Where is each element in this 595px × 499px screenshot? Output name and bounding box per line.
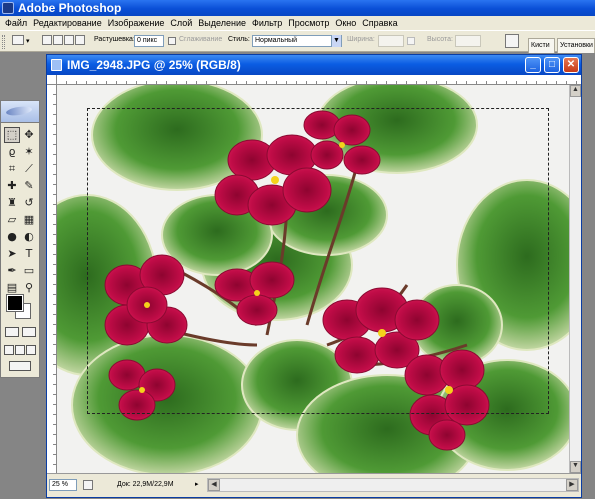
scroll-left-icon[interactable]: ◀ bbox=[208, 479, 220, 491]
gradient-tool-icon[interactable]: ▦ bbox=[21, 212, 37, 228]
menu-view[interactable]: Просмотр bbox=[285, 16, 332, 30]
menu-image[interactable]: Изображение bbox=[105, 16, 168, 30]
antialias-label: Сглаживание bbox=[179, 36, 223, 43]
brush-tool-icon[interactable]: ✎ bbox=[21, 178, 37, 194]
width-label: Ширина: bbox=[347, 36, 375, 43]
app-title-bar: Adobe Photoshop bbox=[0, 0, 595, 16]
feather-input[interactable]: 0 пикс bbox=[134, 35, 164, 47]
status-bar: 25 % Док: 22,9M/22,9M ▸ ◀ ▶ bbox=[47, 473, 581, 497]
menu-edit[interactable]: Редактирование bbox=[30, 16, 105, 30]
vertical-scrollbar[interactable]: ▲ ▼ bbox=[569, 85, 581, 473]
maximize-button[interactable]: □ bbox=[544, 57, 560, 73]
menu-file[interactable]: Файл bbox=[2, 16, 30, 30]
scroll-down-icon[interactable]: ▼ bbox=[570, 461, 581, 473]
standard-screen-mode-icon[interactable] bbox=[4, 345, 14, 355]
menu-bar: Файл Редактирование Изображение Слой Выд… bbox=[0, 16, 595, 30]
document-window: IMG_2948.JPG @ 25% (RGB/8) _ □ ✕ ▲ ▼ 25 … bbox=[46, 54, 582, 498]
rectangular-marquee-tool-icon[interactable]: ⬚ bbox=[4, 127, 20, 143]
toolbox-header[interactable] bbox=[1, 101, 39, 123]
full-screen-mode-icon[interactable] bbox=[26, 345, 36, 355]
style-select-value: Нормальный bbox=[255, 37, 298, 44]
menu-select[interactable]: Выделение bbox=[195, 16, 249, 30]
menu-filter[interactable]: Фильтр bbox=[249, 16, 285, 30]
app-title: Adobe Photoshop bbox=[18, 1, 122, 15]
dodge-tool-icon[interactable]: ◐ bbox=[21, 229, 37, 245]
history-brush-tool-icon[interactable]: ↺ bbox=[21, 195, 37, 211]
options-bar: ▾ Растушевка: 0 пикс Сглаживание Стиль: … bbox=[0, 30, 595, 53]
path-selection-tool-icon[interactable]: ➤ bbox=[4, 246, 20, 262]
eyedropper-tool-icon[interactable]: ⚲ bbox=[21, 280, 37, 296]
tab-brushes[interactable]: Кисти bbox=[528, 38, 555, 53]
quick-mask-mode-icon[interactable] bbox=[22, 327, 36, 337]
scroll-up-icon[interactable]: ▲ bbox=[570, 85, 581, 97]
status-info-icon[interactable] bbox=[83, 480, 93, 490]
photoshop-logo-icon bbox=[2, 2, 14, 14]
pen-tool-icon[interactable]: ✒ bbox=[4, 263, 20, 279]
healing-brush-tool-icon[interactable]: ✚ bbox=[4, 178, 20, 194]
foreground-color-swatch[interactable] bbox=[6, 294, 24, 312]
crop-tool-icon[interactable]: ⌗ bbox=[4, 161, 20, 177]
jump-to-imageready-icon[interactable] bbox=[9, 361, 31, 371]
height-input[interactable] bbox=[455, 35, 481, 47]
scroll-right-icon[interactable]: ▶ bbox=[566, 479, 578, 491]
toolbox: ⬚✥ϱ✶⌗⟋✚✎♜↺▱▦●◐➤T✒▭▤⚲✋⌕ bbox=[0, 100, 40, 378]
menu-help[interactable]: Справка bbox=[359, 16, 400, 30]
type-tool-icon[interactable]: T bbox=[21, 246, 37, 262]
style-label: Стиль: bbox=[228, 36, 250, 43]
lasso-tool-icon[interactable]: ϱ bbox=[4, 144, 20, 160]
feather-label: Растушевка: bbox=[94, 36, 135, 43]
image-canvas[interactable] bbox=[57, 85, 569, 473]
subtract-from-selection-icon[interactable] bbox=[64, 35, 74, 45]
palette-well-icon[interactable] bbox=[505, 34, 519, 48]
zoom-level-field[interactable]: 25 % bbox=[49, 479, 77, 491]
slice-tool-icon[interactable]: ⟋ bbox=[21, 161, 37, 177]
horizontal-scrollbar[interactable]: ◀ ▶ bbox=[207, 478, 579, 492]
standard-mode-icon[interactable] bbox=[5, 327, 19, 337]
eraser-tool-icon[interactable]: ▱ bbox=[4, 212, 20, 228]
width-input[interactable] bbox=[378, 35, 404, 47]
preset-dropdown-arrow-icon[interactable]: ▾ bbox=[26, 37, 30, 45]
document-title: IMG_2948.JPG @ 25% (RGB/8) bbox=[67, 58, 241, 72]
menu-layer[interactable]: Слой bbox=[167, 16, 195, 30]
notes-tool-icon[interactable]: ▤ bbox=[4, 280, 20, 296]
menu-window[interactable]: Окно bbox=[332, 16, 359, 30]
move-tool-icon[interactable]: ✥ bbox=[21, 127, 37, 143]
tool-preset-picker-icon[interactable] bbox=[12, 35, 24, 45]
add-to-selection-icon[interactable] bbox=[53, 35, 63, 45]
document-size-info: Док: 22,9M/22,9M bbox=[117, 481, 174, 488]
adobe-feather-icon bbox=[5, 105, 33, 117]
blur-tool-icon[interactable]: ● bbox=[4, 229, 20, 245]
tab-tool-presets[interactable]: Установки bbox=[557, 38, 595, 53]
horizontal-ruler[interactable] bbox=[57, 75, 581, 85]
new-selection-icon[interactable] bbox=[42, 35, 52, 45]
minimize-button[interactable]: _ bbox=[525, 57, 541, 73]
document-title-bar[interactable]: IMG_2948.JPG @ 25% (RGB/8) _ □ ✕ bbox=[47, 55, 581, 75]
swap-dimensions-icon[interactable] bbox=[407, 37, 415, 45]
full-screen-menu-mode-icon[interactable] bbox=[15, 345, 25, 355]
vertical-ruler[interactable] bbox=[47, 85, 57, 479]
close-button[interactable]: ✕ bbox=[563, 57, 579, 73]
tool-grid: ⬚✥ϱ✶⌗⟋✚✎♜↺▱▦●◐➤T✒▭▤⚲✋⌕ bbox=[4, 127, 38, 313]
ruler-origin[interactable] bbox=[47, 75, 57, 85]
shape-tool-icon[interactable]: ▭ bbox=[21, 263, 37, 279]
options-bar-grip[interactable] bbox=[2, 35, 5, 49]
magic-wand-tool-icon[interactable]: ✶ bbox=[21, 144, 37, 160]
intersect-selection-icon[interactable] bbox=[75, 35, 85, 45]
height-label: Высота: bbox=[427, 36, 453, 43]
clone-stamp-tool-icon[interactable]: ♜ bbox=[4, 195, 20, 211]
document-icon bbox=[51, 59, 62, 71]
marquee-selection[interactable] bbox=[87, 108, 549, 414]
style-select[interactable]: Нормальный ▼ bbox=[252, 35, 342, 47]
chevron-down-icon[interactable]: ▼ bbox=[331, 35, 341, 47]
status-menu-arrow-icon[interactable]: ▸ bbox=[195, 480, 199, 488]
antialias-checkbox[interactable] bbox=[168, 37, 176, 45]
